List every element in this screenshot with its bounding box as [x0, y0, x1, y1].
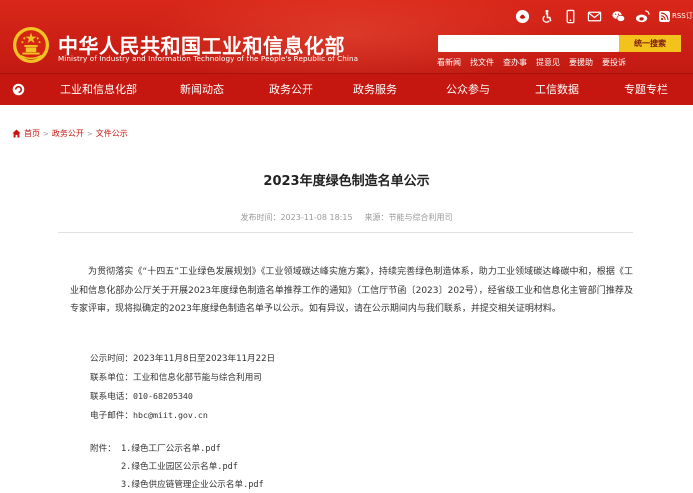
search-button[interactable]: 统一搜索: [619, 35, 681, 52]
wechat-icon[interactable]: [611, 9, 626, 24]
contact-phone: 联系电话：010-68205340: [90, 390, 193, 402]
nav-logo-icon[interactable]: [12, 83, 25, 96]
attachment-link[interactable]: 3.绿色供应链管理企业公示名单.pdf: [121, 478, 264, 490]
article-body: 为贯彻落实《“十四五”工业绿色发展规划》《工业领域碳达峰实施方案》，持续完善绿色…: [70, 267, 633, 314]
quick-link-feedback[interactable]: 提意见: [536, 57, 560, 68]
quick-link-complaint[interactable]: 要投诉: [602, 57, 626, 68]
quick-link-news[interactable]: 看新闻: [437, 57, 461, 68]
notice-period-value: 2023年11月8日至2023年11月22日: [132, 354, 276, 364]
article-meta: 发布时间：2023-11-08 18:15 来源：节能与综合利用司: [0, 212, 693, 223]
rss-link[interactable]: RSS订阅: [659, 10, 693, 22]
nav-item-special-topics[interactable]: 专题专栏: [624, 74, 668, 106]
contact-unit-label: 联系单位：: [90, 373, 133, 383]
attachment-link[interactable]: 1.绿色工厂公示名单.pdf: [121, 442, 221, 454]
contact-email: 电子邮件：hbc@miit.gov.cn: [90, 409, 208, 421]
notice-period: 公示时间：2023年11月8日至2023年11月22日: [90, 352, 275, 364]
attachments-label: 附件：: [90, 444, 116, 454]
rss-label: RSS订阅: [672, 12, 693, 20]
quick-links: 看新闻 找文件 查办事 提意见 要援助 要投诉: [437, 57, 626, 68]
breadcrumb-file-notice[interactable]: 文件公示: [96, 128, 128, 139]
quick-link-assistance[interactable]: 要援助: [569, 57, 593, 68]
quick-link-services[interactable]: 查办事: [503, 57, 527, 68]
app-logo-icon[interactable]: [515, 9, 530, 24]
published-label: 发布时间：: [240, 213, 281, 222]
nav-item-ministry[interactable]: 工业和信息化部: [60, 74, 137, 106]
nav-item-participation[interactable]: 公众参与: [446, 74, 490, 106]
home-icon: [12, 129, 21, 138]
breadcrumb-separator: >: [86, 129, 93, 138]
contact-email-value: hbc@miit.gov.cn: [132, 410, 208, 420]
source-label: 来源：: [364, 213, 389, 222]
breadcrumb-separator: >: [43, 129, 49, 138]
weibo-icon[interactable]: [635, 9, 650, 24]
accessibility-icon[interactable]: [539, 9, 554, 24]
mobile-icon[interactable]: [563, 9, 578, 24]
title-divider: [58, 232, 633, 233]
breadcrumb-home[interactable]: 首页: [24, 128, 40, 139]
published-time: 2023-11-08 18:15: [280, 213, 353, 222]
site-header: 中华人民共和国工业和信息化部 Ministry of Industry and …: [0, 0, 693, 73]
nav-item-data[interactable]: 工信数据: [535, 74, 579, 106]
article-title: 2023年度绿色制造名单公示: [263, 174, 430, 189]
utility-toolbar: RSS订阅: [515, 8, 693, 24]
contact-email-label: 电子邮件：: [90, 411, 133, 421]
quick-link-files[interactable]: 找文件: [470, 57, 494, 68]
contact-phone-value: 010-68205340: [132, 391, 193, 401]
search-input[interactable]: [438, 35, 619, 52]
nav-item-gov-affairs[interactable]: 政务公开: [269, 74, 313, 106]
national-emblem-icon[interactable]: [12, 26, 50, 64]
nav-item-gov-services[interactable]: 政务服务: [353, 74, 397, 106]
rss-icon: [659, 10, 670, 22]
notice-period-label: 公示时间：: [90, 354, 133, 364]
breadcrumb-gov-affairs[interactable]: 政务公开: [52, 128, 84, 139]
mail-icon[interactable]: [587, 9, 602, 24]
breadcrumb: 首页 > 政务公开 > 文件公示: [12, 128, 128, 139]
nav-item-news[interactable]: 新闻动态: [180, 74, 224, 106]
contact-unit: 联系单位：工业和信息化部节能与综合利用司: [90, 371, 262, 383]
contact-unit-value: 工业和信息化部节能与综合利用司: [132, 373, 262, 383]
attachment-link[interactable]: 2.绿色工业园区公示名单.pdf: [121, 460, 238, 472]
site-subtitle: Ministry of Industry and Information Tec…: [58, 54, 359, 63]
main-nav: 工业和信息化部 新闻动态 政务公开 政务服务 公众参与 工信数据 专题专栏: [0, 73, 693, 105]
contact-phone-label: 联系电话：: [90, 392, 133, 402]
source-value: 节能与综合利用司: [388, 213, 453, 222]
